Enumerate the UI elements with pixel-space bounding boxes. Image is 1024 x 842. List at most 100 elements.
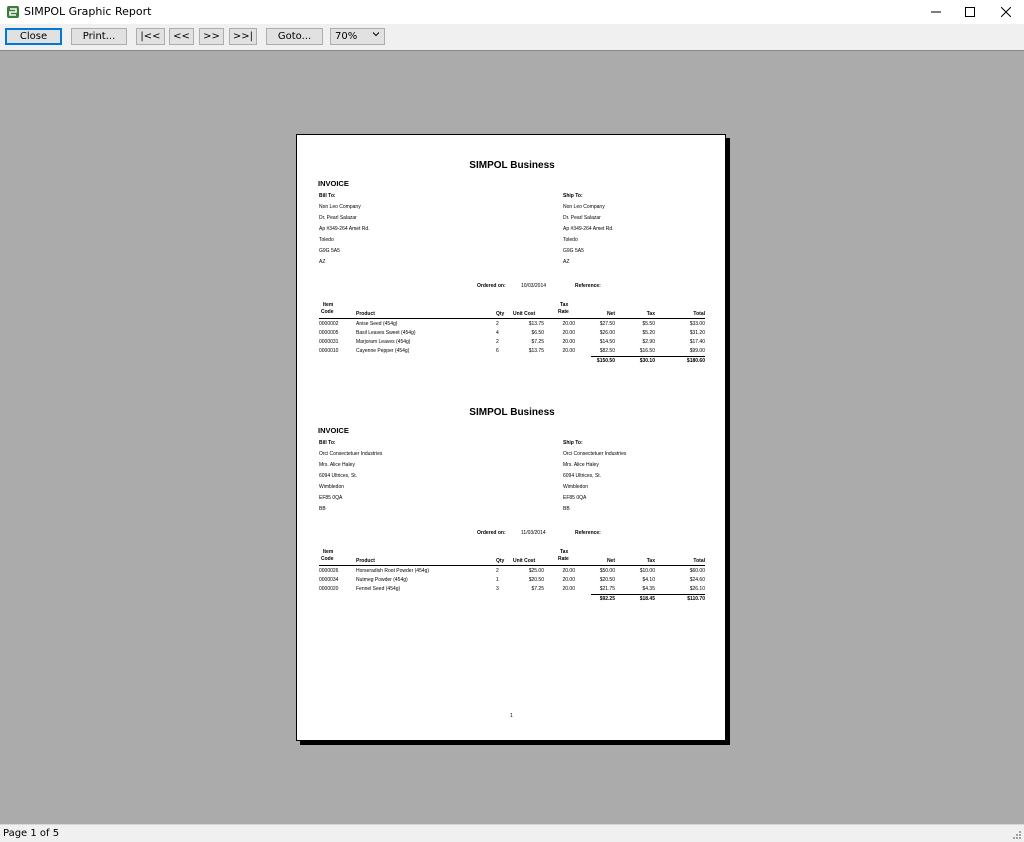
bill-to-line: Ap #349-264 Amet Rd. [319, 226, 370, 232]
goto-button[interactable]: Goto... [266, 28, 323, 45]
bill-to-line: Dr. Pearl Salazar [319, 215, 357, 221]
table-cell-tax: $16.50 [639, 348, 655, 354]
table-cell-code: 0000031 [319, 339, 339, 345]
ship-to-label: Ship To: [563, 193, 583, 199]
print-button[interactable]: Print... [71, 28, 127, 45]
table-cell-net: $50.00 [599, 568, 615, 574]
table-cell-product: Fennel Seed (454g) [356, 586, 401, 592]
report-page: SIMPOL Business INVOICE Bill To: Non Leo… [296, 134, 726, 741]
zoom-select[interactable]: 70% [330, 28, 385, 45]
column-header-tax-rate: Rate [558, 556, 569, 562]
table-cell-code: 0000010 [319, 348, 339, 354]
table-cell-tax-rate: 20.00 [562, 577, 575, 583]
table-cell-code: 0000034 [319, 577, 339, 583]
table-cell-net: $21.75 [599, 586, 615, 592]
company-title: SIMPOL Business [469, 407, 555, 418]
totals-rule [591, 356, 705, 357]
page-number: 1 [510, 713, 513, 719]
column-header-net: Net [606, 311, 615, 317]
column-header-tax: Tax [646, 558, 655, 564]
column-header-total: Total [693, 311, 705, 317]
column-header-item: Item [323, 549, 334, 555]
column-header-unit-cost: Unit Cost [513, 311, 536, 317]
invoice-heading: INVOICE [318, 179, 349, 188]
ordered-on-label: Ordered on: [477, 530, 506, 536]
table-cell-tax-rate: 20.00 [562, 568, 575, 574]
table-cell-tax-rate: 20.00 [562, 586, 575, 592]
table-cell-tax: $4.35 [642, 586, 655, 592]
close-icon [1001, 7, 1011, 17]
bill-to-line: Toledo [319, 237, 334, 243]
close-button[interactable]: Close [5, 28, 62, 45]
column-header-tax: Tax [646, 311, 655, 317]
column-header-total: Total [693, 558, 705, 564]
table-cell-tax-rate: 20.00 [562, 348, 575, 354]
table-cell-qty: 2 [496, 321, 499, 327]
last-page-button[interactable]: >>| [229, 28, 257, 45]
bill-to-line: Non Leo Company [319, 204, 361, 210]
table-cell-total: $31.20 [689, 330, 705, 336]
previous-page-button[interactable]: << [169, 28, 194, 45]
table-cell-total: $99.00 [689, 348, 705, 354]
close-window-button[interactable] [988, 0, 1024, 24]
page-status: Page 1 of 5 [3, 828, 60, 839]
column-header-tax-rate: Rate [558, 309, 569, 315]
table-cell-product: Horseradish Root Powder (454g) [356, 568, 430, 574]
maximize-icon [965, 7, 975, 17]
table-cell-net: $82.50 [599, 348, 615, 354]
company-title: SIMPOL Business [469, 160, 555, 171]
table-cell-total: $33.00 [689, 321, 705, 327]
ship-to-line: Non Leo Company [563, 204, 605, 210]
table-cell-tax: $10.00 [639, 568, 655, 574]
column-header-tax-rate: Tax [560, 549, 569, 555]
table-cell-qty: 2 [496, 339, 499, 345]
first-page-button[interactable]: |<< [136, 28, 165, 45]
ship-to-line: EF85 0QA [563, 495, 587, 501]
table-cell-product: Marjoram Leaves (454g) [356, 339, 411, 345]
column-header-product: Product [356, 311, 375, 317]
table-cell-code: 0000020 [319, 586, 339, 592]
table-cell-net: $27.50 [599, 321, 615, 327]
ship-to-line: Ap #349-264 Amet Rd. [563, 226, 614, 232]
ordered-on-value: 11/03/2014 [521, 530, 546, 536]
table-cell-unit-cost: $13.75 [528, 348, 544, 354]
grand-total: $110.70 [687, 596, 705, 602]
table-cell-total: $60.00 [689, 568, 705, 574]
bill-to-label: Bill To: [319, 440, 336, 446]
zoom-value: 70% [335, 31, 358, 42]
table-cell-tax: $2.90 [642, 339, 655, 345]
table-cell-unit-cost: $20.50 [528, 577, 544, 583]
minimize-icon [931, 11, 941, 13]
maximize-button[interactable] [952, 0, 988, 24]
chevron-down-icon [372, 30, 380, 41]
table-cell-total: $26.10 [689, 586, 705, 592]
ship-to-line: AZ [563, 259, 570, 265]
ship-to-line: G9G 5A5 [563, 248, 584, 254]
bill-to-line: BB [319, 506, 326, 512]
column-header-net: Net [606, 558, 615, 564]
ship-to-line: Wimbledon [563, 484, 589, 490]
bill-to-label: Bill To: [319, 193, 336, 199]
ship-to-line: Orci Consectetuer Industries [563, 451, 627, 457]
title-bar: SIMPOL Graphic Report [0, 0, 1024, 24]
column-header-tax-rate: Tax [560, 302, 569, 308]
total-tax: $18.45 [639, 596, 655, 602]
resize-grip-icon[interactable] [1012, 830, 1022, 840]
table-cell-unit-cost: $7.25 [531, 339, 544, 345]
table-cell-qty: 4 [496, 330, 499, 336]
ship-to-label: Ship To: [563, 440, 583, 446]
report-preview-area[interactable]: SIMPOL Business INVOICE Bill To: Non Leo… [0, 50, 1024, 824]
minimize-button[interactable] [918, 0, 954, 24]
bill-to-line: 6094 Ultrices, St. [319, 473, 358, 479]
invoice-heading: INVOICE [318, 426, 349, 435]
table-cell-code: 0000026 [319, 568, 339, 574]
table-cell-qty: 6 [496, 348, 499, 354]
table-cell-unit-cost: $25.00 [528, 568, 544, 574]
ship-to-line: Mrs. Alice Haley [563, 462, 599, 468]
simpol-app-icon [7, 6, 19, 18]
bill-to-line: Mrs. Alice Haley [319, 462, 355, 468]
table-cell-total: $17.40 [689, 339, 705, 345]
next-page-button[interactable]: >> [199, 28, 224, 45]
column-header-qty: Qty [496, 311, 505, 317]
ship-to-line: Dr. Pearl Salazar [563, 215, 601, 221]
